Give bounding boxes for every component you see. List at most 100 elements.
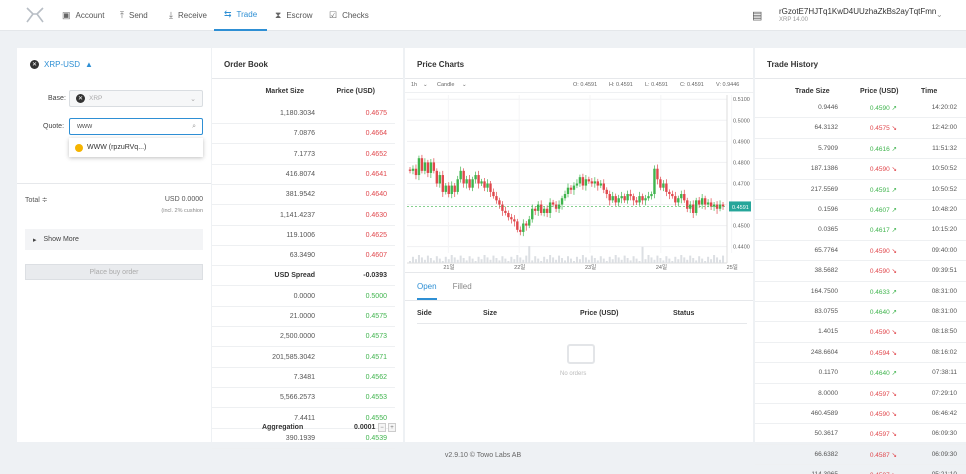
quote-dropdown-option[interactable]: WWW (rpzuRVq...) <box>69 138 203 157</box>
nav-send[interactable]: ⤒ Send <box>110 0 158 31</box>
y-tick-label: 0.4900 <box>733 139 750 145</box>
col-price: Price (USD) <box>580 310 619 317</box>
xrp-coin-icon: ✕ <box>30 60 39 69</box>
escrow-icon: ⧗ <box>275 10 282 20</box>
order-book-ask-row[interactable]: 381.9542 0.4640 <box>212 184 395 206</box>
candle-body <box>638 196 641 203</box>
col-size: Size <box>483 310 498 317</box>
trade-history-row: 164.7500 0.4633 ↗ 08:31:00 <box>755 282 966 302</box>
total-value: USD 0.0000 <box>164 196 203 203</box>
trade-history-row: 83.0755 0.4640 ↗ 08:31:00 <box>755 302 966 323</box>
wallet-icon[interactable]: ▤ <box>752 9 762 22</box>
bid-price: 0.4539 <box>365 434 387 442</box>
volume-bar <box>704 261 707 263</box>
trade-size: 0.1596 <box>818 206 838 213</box>
bid-price: 0.5000 <box>365 292 387 300</box>
trade-time: 07:38:11 <box>932 369 957 377</box>
candle-body <box>560 198 564 205</box>
pair-selector[interactable]: ✕ XRP-USD ▲ <box>30 60 93 69</box>
place-buy-order-button[interactable]: Place buy order <box>25 264 203 280</box>
bid-size: 7.3481 <box>293 373 315 381</box>
chevron-down-icon[interactable]: ⌄ <box>936 10 943 19</box>
volume-bar <box>564 260 567 263</box>
order-book-bid-row[interactable]: 7.3481 0.4562 <box>212 367 395 388</box>
quote-search-input[interactable]: www ⌕ <box>69 118 203 135</box>
order-book-bid-row[interactable]: 2,500.0000 0.4573 <box>212 326 395 348</box>
nav-checks[interactable]: ☑ Checks <box>319 0 379 31</box>
nav-trade[interactable]: ⇆ Trade <box>214 0 268 31</box>
order-book-ask-row[interactable]: 7.0876 0.4664 <box>212 123 395 145</box>
trade-history-row: 38.5682 0.4590 ↘ 09:39:51 <box>755 261 966 282</box>
candle-body <box>712 204 716 207</box>
x-tick-label: 22일 <box>514 263 525 271</box>
candlestick-chart[interactable]: 0.51000.50000.49000.48000.47000.46000.45… <box>405 93 753 273</box>
order-book-panel: Order Book Market Size Price (USD) 1,180… <box>212 48 403 449</box>
tab-open[interactable]: Open <box>417 282 437 300</box>
candle-body <box>635 200 638 203</box>
show-more-button[interactable]: ▸ Show More <box>25 229 203 250</box>
volume-bar <box>626 258 629 263</box>
order-book-title: Order Book <box>224 60 269 69</box>
candle-body <box>614 196 617 203</box>
order-book-bid-row[interactable]: 5,566.2573 0.4553 <box>212 387 395 409</box>
nav-receive[interactable]: ⤓ Receive <box>159 0 217 31</box>
base-select[interactable]: ✕ XRP ⌄ <box>69 90 203 107</box>
order-book-bid-row[interactable]: 0.0000 0.5000 <box>212 286 395 307</box>
chart-type-select[interactable]: Candle <box>437 82 454 88</box>
account-address[interactable]: rGzotE7HJTq1KwD4UUzhaZkBs2ayTqtFmn <box>779 7 936 16</box>
candle-body <box>456 179 459 192</box>
volume-bar <box>641 246 644 263</box>
nav-escrow[interactable]: ⧗ Escrow <box>265 0 323 31</box>
no-orders-text: No orders <box>560 371 587 377</box>
spread-value: -0.0393 <box>363 272 387 280</box>
candle-body <box>429 162 433 173</box>
volume-bar <box>638 261 641 263</box>
order-book-ask-row[interactable]: 7.1773 0.4652 <box>212 144 395 165</box>
order-book-bid-row[interactable]: 201,585.3042 0.4571 <box>212 347 395 368</box>
volume-bar <box>459 255 462 263</box>
nav-account[interactable]: ▣ Account <box>52 0 114 31</box>
trade-price: 0.4640 ↗ <box>869 309 897 316</box>
volume-bar <box>504 258 507 263</box>
candle-body <box>662 183 665 188</box>
volume-bar <box>653 259 656 263</box>
volume-bar <box>558 255 561 263</box>
candle-body <box>629 194 632 197</box>
chart-toolbar: 1h ⌄ Candle ⌄ O: 0.4591 H: 0.4591 L: 0.4… <box>405 79 754 93</box>
interval-select[interactable]: 1h <box>411 82 417 88</box>
candle-body <box>611 196 614 201</box>
trade-price: 0.4597 ↘ <box>869 390 897 398</box>
volume-bar <box>409 261 411 263</box>
candle-body <box>453 185 456 192</box>
order-book-ask-row[interactable]: 416.8074 0.4641 <box>212 164 395 185</box>
ask-price: 0.4640 <box>365 191 387 199</box>
tab-filled[interactable]: Filled <box>453 282 472 300</box>
order-book-ask-row[interactable]: 1,141.4237 0.4630 <box>212 205 395 226</box>
order-book-ask-row[interactable]: 1,180.3034 0.4675 <box>212 103 395 124</box>
logo-icon[interactable] <box>26 7 44 23</box>
ask-price: 0.4607 <box>365 252 387 260</box>
aggregation-increase-button[interactable]: + <box>388 423 396 432</box>
order-book-bid-row[interactable]: 21.0000 0.4575 <box>212 306 395 327</box>
candle-body <box>569 187 573 190</box>
candle-body <box>617 198 620 203</box>
volume-bar <box>671 261 674 263</box>
trade-size: 248.6604 <box>810 348 838 356</box>
trade-price: 0.4590 ↘ <box>869 268 897 276</box>
aggregation-decrease-button[interactable]: − <box>378 423 386 432</box>
ohlc-volume: V: 0.9446 <box>716 82 740 88</box>
trade-history-row: 187.1386 0.4590 ↘ 10:50:52 <box>755 159 966 180</box>
y-tick-label: 0.5100 <box>733 97 750 103</box>
volume-bar <box>692 258 695 263</box>
volume-bar <box>662 260 665 263</box>
candle-body <box>677 198 680 203</box>
order-book-ask-row[interactable]: 63.3490 0.4607 <box>212 245 395 267</box>
caret-up-icon: ▲ <box>85 60 93 69</box>
candle-body <box>498 200 501 205</box>
candle-body <box>641 196 644 201</box>
volume-bar <box>689 255 692 263</box>
ask-size: 7.1773 <box>293 150 315 158</box>
xrp-coin-icon: ✕ <box>76 94 85 103</box>
candle-body <box>602 183 605 190</box>
order-book-ask-row[interactable]: 119.1006 0.4625 <box>212 225 395 246</box>
